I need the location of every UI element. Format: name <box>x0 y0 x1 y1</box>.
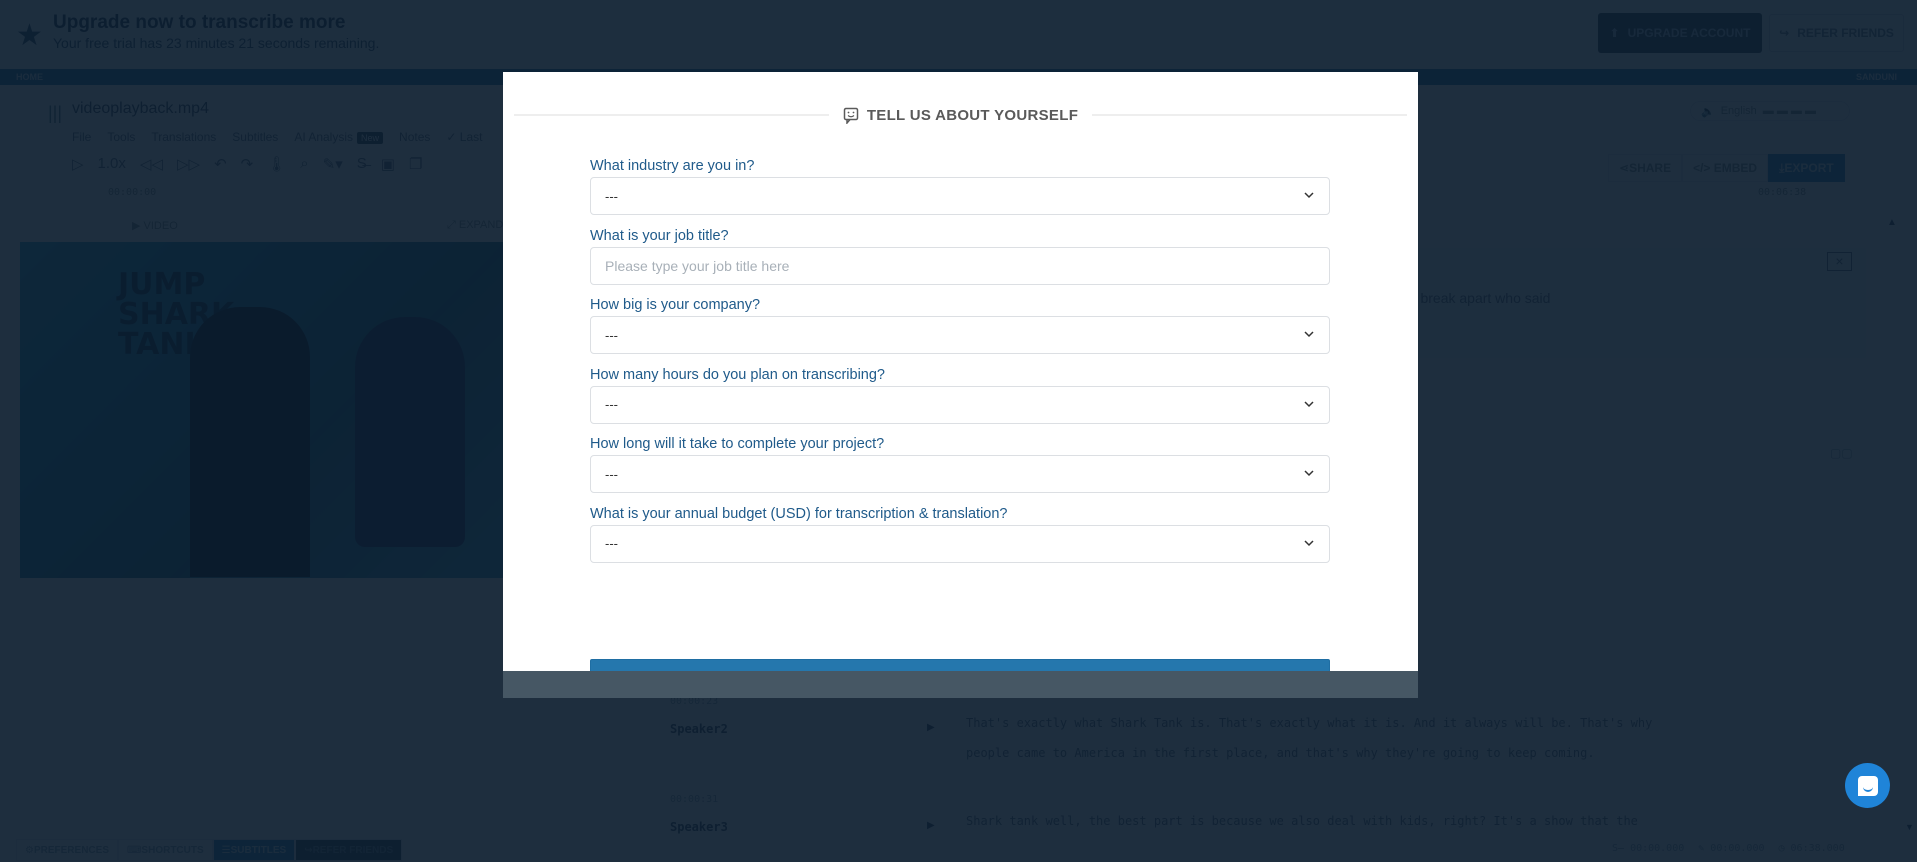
timeline-value: --- <box>605 466 618 482</box>
job-title-input[interactable]: Please type your job title here <box>590 246 1330 285</box>
hours-value: --- <box>605 397 618 412</box>
about-yourself-modal: TELL US ABOUT YOURSELF What industry are… <box>503 72 1418 698</box>
chevron-down-icon <box>1304 400 1314 407</box>
industry-value: --- <box>605 188 618 204</box>
job-title-placeholder: Please type your job title here <box>605 257 790 274</box>
chevron-down-icon <box>1304 470 1314 477</box>
hours-select[interactable]: --- <box>590 385 1330 424</box>
chat-smile-icon <box>843 107 859 124</box>
job-title-field: What is your job title? Please type your… <box>590 227 1330 297</box>
timeline-field: How long will it take to complete your p… <box>590 435 1330 505</box>
hours-field: How many hours do you plan on transcribi… <box>590 366 1330 436</box>
industry-select[interactable]: --- <box>590 177 1330 215</box>
industry-label: What industry are you in? <box>590 158 755 174</box>
timeline-label: How long will it take to complete your p… <box>590 436 885 452</box>
job-title-label: What is your job title? <box>590 227 729 244</box>
chevron-down-icon <box>1304 539 1314 546</box>
industry-field: What industry are you in? --- <box>590 157 1330 227</box>
modal-footer <box>503 671 1418 698</box>
hours-label: How many hours do you plan on transcribi… <box>590 366 885 383</box>
timeline-select[interactable]: --- <box>590 455 1330 493</box>
profile-form: What industry are you in? --- What is yo… <box>590 157 1330 698</box>
company-size-label: How big is your company? <box>590 297 761 313</box>
company-size-select[interactable]: --- <box>590 316 1330 354</box>
chat-icon <box>1857 775 1878 796</box>
budget-field: What is your annual budget (USD) for tra… <box>590 505 1330 575</box>
budget-value: --- <box>605 536 618 551</box>
budget-label: What is your annual budget (USD) for tra… <box>590 505 1008 522</box>
modal-title: TELL US ABOUT YOURSELF <box>829 107 1092 124</box>
chat-launcher-button[interactable] <box>1845 763 1890 808</box>
budget-select[interactable]: --- <box>590 524 1330 563</box>
modal-header: TELL US ABOUT YOURSELF <box>514 105 1407 125</box>
divider <box>1092 114 1407 116</box>
modal-title-text: TELL US ABOUT YOURSELF <box>866 106 1079 124</box>
chevron-down-icon <box>1304 331 1314 338</box>
divider <box>514 114 829 116</box>
company-size-value: --- <box>605 327 618 343</box>
company-size-field: How big is your company? --- <box>590 296 1330 366</box>
chevron-down-icon <box>1304 192 1314 199</box>
